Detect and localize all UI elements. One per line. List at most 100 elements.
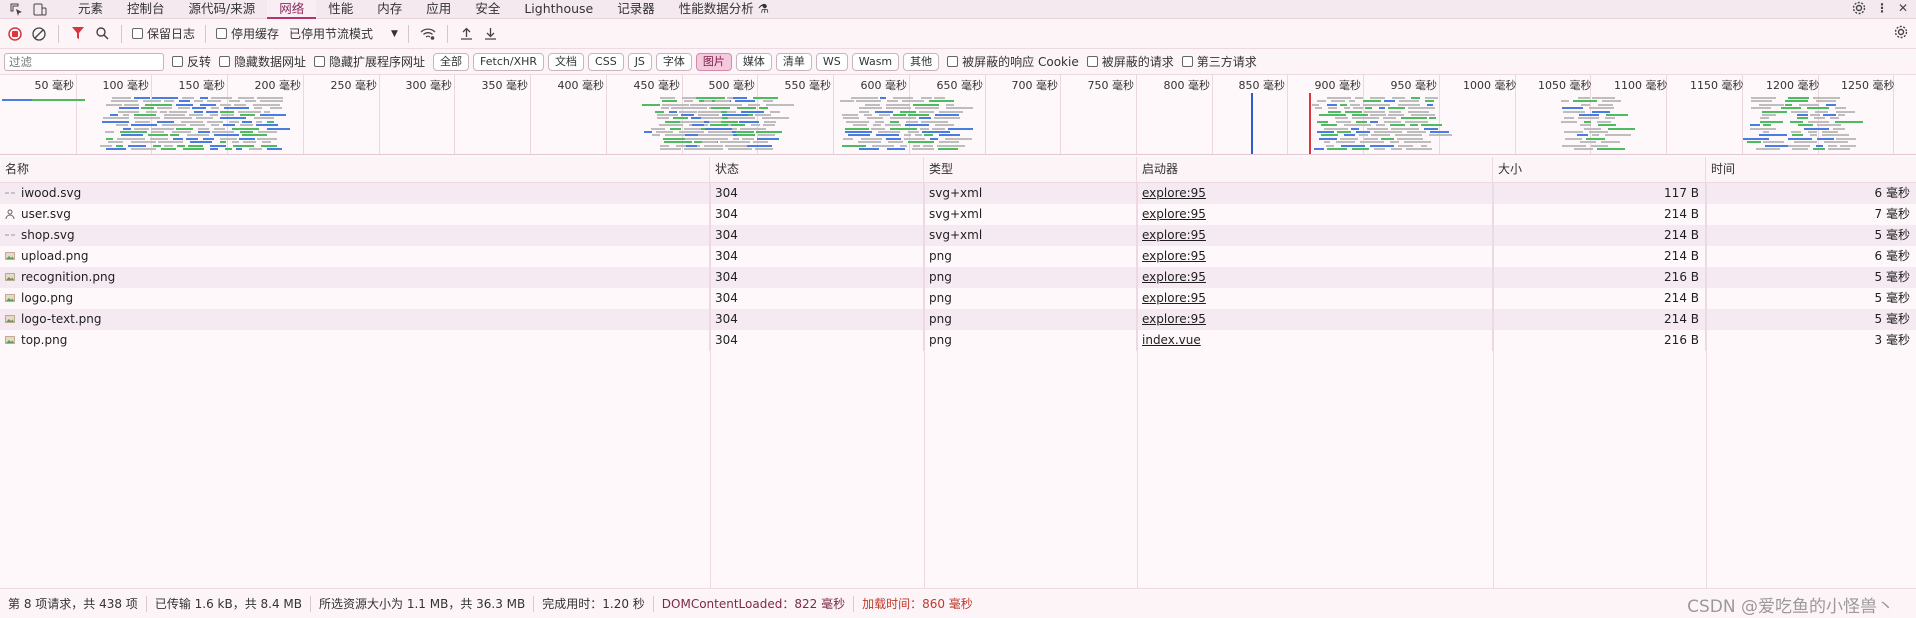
disable-cache-checkbox[interactable]: 停用缓存 [216, 25, 279, 42]
third-party-checkbox[interactable]: 第三方请求 [1181, 53, 1257, 70]
filter-chip-6[interactable]: 图片 [695, 52, 732, 71]
cell-name: logo-text.png [0, 309, 710, 330]
overview-request-bar [656, 131, 674, 133]
overview-request-bar [1580, 103, 1591, 106]
import-har-icon[interactable] [458, 25, 476, 43]
initiator-link[interactable]: index.vue [1142, 333, 1201, 347]
inspect-element-icon[interactable] [8, 1, 24, 17]
throttle-select[interactable]: 已停用节流模式 ▼ [289, 25, 398, 42]
cell-initiator[interactable]: explore:95 [1137, 204, 1493, 225]
network-conditions-icon[interactable] [419, 25, 437, 43]
tab-3[interactable]: 网络 [267, 0, 317, 19]
network-settings-gear-icon[interactable] [1894, 25, 1908, 42]
tab-8[interactable]: Lighthouse [512, 0, 605, 19]
overview-request-bar [1428, 134, 1452, 137]
blocked-requests-checkbox[interactable]: 被屏蔽的请求 [1086, 53, 1174, 70]
initiator-link[interactable]: explore:95 [1142, 291, 1206, 305]
hide-data-urls-checkbox[interactable]: 隐藏数据网址 [219, 53, 306, 70]
overview-request-bar [885, 103, 911, 106]
overview-request-bar [146, 110, 158, 113]
overview-request-bar [1313, 148, 1325, 150]
column-header-0[interactable]: 名称 [0, 157, 710, 182]
column-header-1[interactable]: 状态 [710, 157, 924, 182]
cell-status: 304 [710, 225, 924, 246]
filter-icon[interactable] [69, 25, 87, 43]
column-header-4[interactable]: 大小 [1493, 157, 1706, 182]
tab-6[interactable]: 应用 [414, 0, 463, 19]
table-row[interactable]: shop.svg 304 svg+xml explore:95 214 B 5 毫秒 [0, 225, 1916, 246]
tab-10[interactable]: 性能数据分析 ⚗ [667, 0, 781, 19]
filter-chip-8[interactable]: 清单 [775, 52, 812, 71]
filter-chip-10[interactable]: Wasm [851, 52, 900, 71]
export-har-icon[interactable] [482, 25, 500, 43]
clear-icon[interactable] [30, 25, 48, 43]
invert-checkbox[interactable]: 反转 [172, 53, 211, 70]
filter-chip-1[interactable]: Fetch/XHR [473, 52, 545, 71]
more-options-icon[interactable]: ⋮ [1876, 1, 1888, 18]
overview-request-bar [739, 120, 760, 123]
overview-request-bar [867, 117, 884, 120]
overview-request-bar [1784, 103, 1793, 106]
overview-request-bar [210, 114, 219, 116]
filter-chip-2[interactable]: 文档 [548, 52, 585, 71]
filter-chip-3[interactable]: CSS [588, 52, 624, 71]
initiator-link[interactable]: explore:95 [1142, 228, 1206, 242]
table-row[interactable]: recognition.png 304 png explore:95 216 B 5 毫秒 [0, 267, 1916, 288]
tab-9[interactable]: 记录器 [605, 0, 667, 19]
overview-request-bar [1749, 127, 1777, 130]
tab-5[interactable]: 内存 [365, 0, 414, 19]
table-row[interactable]: iwood.svg 304 svg+xml explore:95 117 B 6 毫秒 [0, 183, 1916, 204]
settings-gear-icon[interactable] [1852, 1, 1866, 18]
filter-chip-0[interactable]: 全部 [433, 52, 470, 71]
tab-2[interactable]: 源代码/来源 [177, 0, 268, 19]
cell-initiator[interactable]: explore:95 [1137, 246, 1493, 267]
cell-initiator[interactable]: index.vue [1137, 330, 1493, 351]
preserve-log-checkbox[interactable]: 保留日志 [132, 25, 195, 42]
initiator-link[interactable]: explore:95 [1142, 312, 1206, 326]
overview-request-bar [920, 97, 933, 99]
tab-0[interactable]: 元素 [66, 0, 115, 19]
overview-tick-label: 500 毫秒 [708, 79, 756, 92]
table-row[interactable]: logo.png 304 png explore:95 214 B 5 毫秒 [0, 288, 1916, 309]
cell-initiator[interactable]: explore:95 [1137, 225, 1493, 246]
overview-request-bar [886, 148, 905, 150]
overview-request-bar [904, 124, 929, 127]
overview-request-bar [122, 127, 131, 130]
column-header-3[interactable]: 启动器 [1137, 157, 1493, 182]
tab-4[interactable]: 性能 [316, 0, 365, 19]
overview-request-bar [1763, 131, 1770, 133]
initiator-link[interactable]: explore:95 [1142, 207, 1206, 221]
filter-input[interactable] [4, 52, 164, 71]
column-header-5[interactable]: 时间 [1706, 157, 1916, 182]
close-icon[interactable]: ✕ [1898, 1, 1908, 18]
filter-chip-9[interactable]: WS [815, 52, 848, 71]
cell-initiator[interactable]: explore:95 [1137, 288, 1493, 309]
tab-1[interactable]: 控制台 [115, 0, 177, 19]
tab-7[interactable]: 安全 [463, 0, 512, 19]
stop-recording-icon[interactable] [6, 25, 24, 43]
table-row[interactable]: top.png 304 png index.vue 216 B 3 毫秒 [0, 330, 1916, 351]
filter-chip-7[interactable]: 媒体 [735, 52, 772, 71]
overview-request-bar [1565, 137, 1582, 140]
cell-initiator[interactable]: explore:95 [1137, 309, 1493, 330]
hide-extension-urls-checkbox[interactable]: 隐藏扩展程序网址 [314, 53, 425, 70]
cell-initiator[interactable]: explore:95 [1137, 267, 1493, 288]
initiator-link[interactable]: explore:95 [1142, 249, 1206, 263]
blocked-cookies-checkbox[interactable]: 被屏蔽的响应 Cookie [947, 53, 1079, 70]
cell-size: 216 B [1493, 267, 1706, 288]
table-row[interactable]: logo-text.png 304 png explore:95 214 B 5 毫秒 [0, 309, 1916, 330]
search-icon[interactable] [93, 25, 111, 43]
overview-request-bar [921, 120, 948, 123]
device-toggle-icon[interactable] [32, 1, 48, 17]
network-overview-timeline[interactable]: 50 毫秒 100 毫秒 150 毫秒 200 毫秒 250 毫秒 300 毫秒 350 毫… [0, 75, 1916, 155]
filter-chip-5[interactable]: 字体 [655, 52, 692, 71]
table-row[interactable]: upload.png 304 png explore:95 214 B 6 毫秒 [0, 246, 1916, 267]
initiator-link[interactable]: explore:95 [1142, 186, 1206, 200]
cell-initiator[interactable]: explore:95 [1137, 183, 1493, 204]
filter-chip-11[interactable]: 其他 [903, 52, 940, 71]
overview-request-bar [1410, 97, 1420, 99]
initiator-link[interactable]: explore:95 [1142, 270, 1206, 284]
table-row[interactable]: user.svg 304 svg+xml explore:95 214 B 7 毫秒 [0, 204, 1916, 225]
column-header-2[interactable]: 类型 [924, 157, 1137, 182]
filter-chip-4[interactable]: JS [627, 52, 652, 71]
